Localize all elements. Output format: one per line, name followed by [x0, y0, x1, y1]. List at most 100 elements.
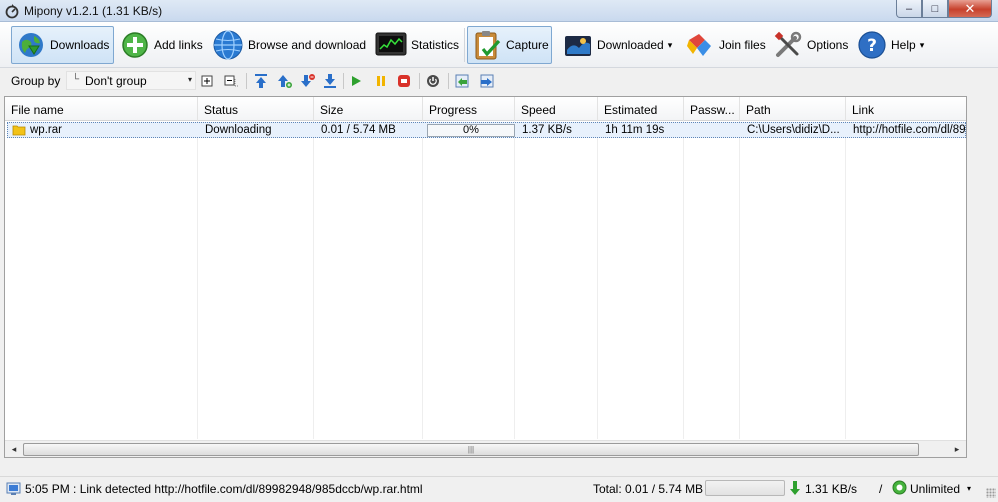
horizontal-scrollbar[interactable]: ◂ ||| ▸	[5, 440, 966, 457]
table-row[interactable]: wp.rar Downloading 0.01 / 5.74 MB 0% 1.3…	[7, 122, 966, 138]
file-name-cell: wp.rar	[30, 124, 62, 136]
chevron-down-icon: ▾	[187, 75, 192, 84]
downloaded-folder-icon	[565, 36, 591, 56]
toolbar-separator	[246, 73, 247, 89]
scroll-right-icon[interactable]: ▸	[951, 444, 963, 455]
download-list: File name Status Size Progress Speed Est…	[4, 96, 967, 458]
path-cell: C:\Users\didiz\D...	[747, 124, 840, 136]
close-button[interactable]: ✕	[948, 0, 992, 18]
join-files-button[interactable]: Join files	[681, 26, 767, 64]
browse-and-download-button[interactable]: Browse and download	[208, 26, 369, 64]
group-by-select[interactable]: └ Don't group ▾	[66, 71, 196, 90]
statistics-label: Statistics	[411, 38, 460, 52]
toolbar-separator	[343, 73, 344, 89]
column-file-name[interactable]: File name	[5, 97, 198, 121]
import-button[interactable]	[454, 72, 472, 90]
move-up-button[interactable]	[275, 72, 293, 90]
total-size: Total: 0.01 / 5.74 MB	[593, 482, 704, 496]
tools-icon	[774, 31, 802, 57]
column-divider	[313, 121, 314, 439]
column-link[interactable]: Link	[846, 97, 966, 121]
move-top-icon	[255, 74, 267, 88]
monitor-chart-icon	[375, 32, 407, 56]
statistics-button[interactable]: Statistics	[371, 26, 461, 64]
stop-button[interactable]	[395, 72, 413, 90]
play-icon	[352, 76, 361, 86]
scrollbar-thumb[interactable]: |||	[23, 443, 919, 456]
add-links-button[interactable]: Add links	[116, 26, 206, 64]
downloaded-label: Downloaded	[597, 38, 664, 52]
download-arrow-icon	[790, 481, 800, 495]
downloaded-button[interactable]: Downloaded ▾	[559, 26, 679, 64]
folder-icon	[12, 125, 26, 136]
scroll-left-icon[interactable]: ◂	[8, 444, 20, 455]
progress-bar: 0%	[427, 124, 515, 137]
column-status[interactable]: Status	[198, 97, 314, 121]
pause-icon	[377, 76, 385, 86]
group-by-value: Don't group	[85, 74, 147, 88]
column-divider	[197, 121, 198, 439]
column-estimated[interactable]: Estimated	[598, 97, 684, 121]
toolbar-separator	[464, 28, 465, 62]
add-links-label: Add links	[154, 38, 203, 52]
column-password[interactable]: Passw...	[684, 97, 740, 121]
secondary-toolbar: Group by └ Don't group ▾	[0, 68, 998, 94]
downloads-button[interactable]: Downloads	[11, 26, 114, 64]
column-size[interactable]: Size	[314, 97, 423, 121]
clipboard-check-icon	[475, 31, 501, 60]
minimize-button[interactable]: –	[896, 0, 922, 18]
password-cell	[687, 124, 739, 138]
move-down-button[interactable]	[298, 72, 316, 90]
total-progress-bar	[705, 480, 785, 496]
capture-button[interactable]: Capture	[467, 26, 552, 64]
group-by-label: Group by	[11, 74, 61, 88]
toolbar-separator	[448, 73, 449, 89]
downloaded-dropdown-icon[interactable]: ▾	[668, 40, 673, 51]
progress-text: 0%	[463, 124, 479, 136]
speed-separator: /	[879, 482, 883, 496]
speed-limit-icon	[892, 480, 907, 495]
speed-cell: 1.37 KB/s	[522, 124, 572, 136]
main-toolbar: Downloads Add links Browse and download …	[0, 22, 998, 68]
add-icon	[122, 32, 148, 58]
status-info-icon	[6, 482, 21, 495]
column-path[interactable]: Path	[740, 97, 846, 121]
move-top-button[interactable]	[252, 72, 270, 90]
column-speed[interactable]: Speed	[515, 97, 598, 121]
export-button[interactable]	[477, 72, 495, 90]
size-cell: 0.01 / 5.74 MB	[321, 124, 396, 136]
expand-all-icon	[201, 75, 213, 87]
export-icon	[480, 74, 494, 88]
capture-label: Capture	[506, 38, 549, 52]
move-up-icon	[278, 75, 292, 88]
column-divider	[514, 121, 515, 439]
start-button[interactable]	[347, 72, 365, 90]
window-title: Mipony v1.2.1 (1.31 KB/s)	[24, 4, 163, 18]
globe-icon	[213, 30, 243, 60]
speed-limit-value[interactable]: Unlimited	[910, 482, 960, 496]
power-icon	[427, 75, 439, 87]
help-dropdown-icon[interactable]: ▾	[920, 40, 925, 51]
status-bar: 5:05 PM : Link detected http://hotfile.c…	[0, 476, 998, 500]
column-progress[interactable]: Progress	[423, 97, 515, 121]
options-button[interactable]: Options	[769, 26, 851, 64]
help-icon: ?	[858, 31, 886, 59]
expand-all-button[interactable]	[198, 72, 216, 90]
pause-button[interactable]	[372, 72, 390, 90]
resize-grip[interactable]	[986, 488, 996, 498]
move-down-icon	[301, 74, 315, 87]
join-files-label: Join files	[719, 38, 766, 52]
shutdown-button[interactable]	[424, 72, 442, 90]
collapse-all-button[interactable]	[222, 72, 240, 90]
app-logo-icon	[5, 4, 19, 19]
column-divider	[597, 121, 598, 439]
speed-limit-dropdown-icon[interactable]: ▾	[967, 484, 971, 493]
status-message: 5:05 PM : Link detected http://hotfile.c…	[25, 482, 423, 496]
maximize-button[interactable]: □	[922, 0, 948, 18]
move-bottom-button[interactable]	[321, 72, 339, 90]
status-cell: Downloading	[205, 124, 272, 136]
svg-text:?: ?	[867, 36, 877, 56]
collapse-all-icon	[224, 75, 238, 87]
help-button[interactable]: ? Help ▾	[853, 26, 935, 64]
options-label: Options	[807, 38, 849, 52]
